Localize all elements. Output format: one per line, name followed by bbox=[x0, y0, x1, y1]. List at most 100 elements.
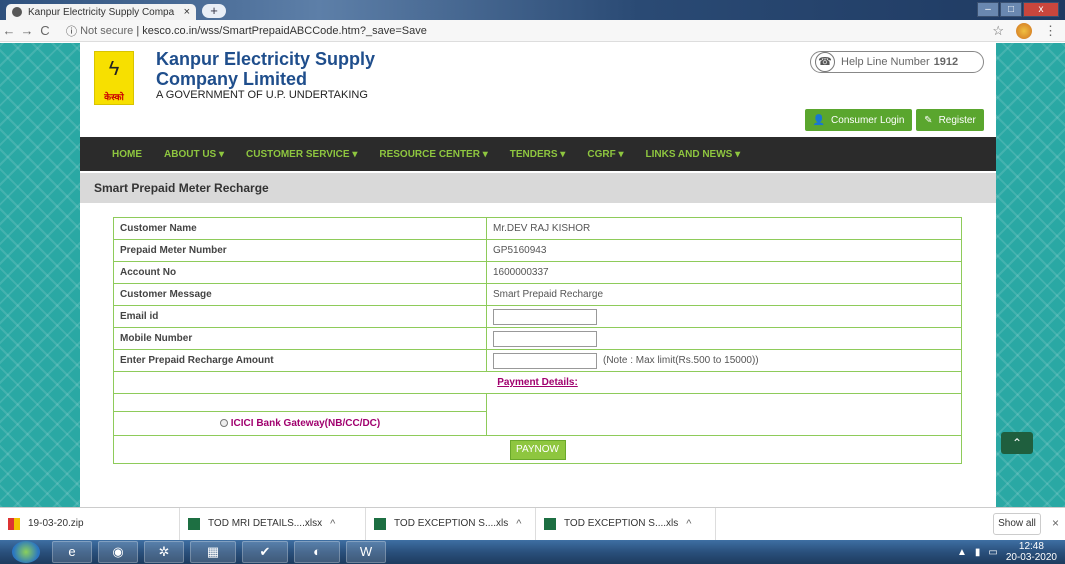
nav-cgrf[interactable]: CGRF ▾ bbox=[587, 149, 623, 160]
reload-icon[interactable]: C bbox=[36, 23, 54, 38]
nav-links-and-news[interactable]: LINKS AND NEWS ▾ bbox=[645, 149, 740, 160]
browser-tab[interactable]: Kanpur Electricity Supply Compa × bbox=[6, 4, 196, 20]
lightning-icon: ϟ bbox=[108, 58, 120, 80]
table-row: Account No 1600000337 bbox=[113, 261, 962, 284]
mobile-label: Mobile Number bbox=[113, 327, 487, 350]
register-button[interactable]: ✎ Register bbox=[916, 109, 984, 131]
gateway-radio[interactable] bbox=[219, 419, 228, 428]
table-row bbox=[113, 393, 962, 436]
mobile-field[interactable] bbox=[493, 330, 597, 347]
table-row: Customer Name Mr.DEV RAJ KISHOR bbox=[113, 217, 962, 240]
paynow-button[interactable]: PAYNOW bbox=[509, 439, 566, 460]
register-label: Register bbox=[938, 114, 976, 126]
new-tab-button[interactable]: + bbox=[202, 4, 226, 18]
download-item[interactable]: 19-03-20.zip bbox=[0, 507, 180, 540]
email-field[interactable] bbox=[493, 308, 597, 325]
nav-customer-service[interactable]: CUSTOMER SERVICE ▾ bbox=[246, 149, 357, 160]
amount-field[interactable] bbox=[493, 352, 597, 369]
chrome-taskbar-icon[interactable]: ◉ bbox=[98, 541, 138, 563]
download-item[interactable]: TOD EXCEPTION S....xls ^ bbox=[536, 507, 716, 540]
pencil-icon: ✎ bbox=[924, 114, 933, 126]
amount-note: (Note : Max limit(Rs.500 to 15000)) bbox=[603, 355, 759, 367]
clock[interactable]: 12:48 20-03-2020 bbox=[1006, 541, 1057, 563]
excel-file-icon bbox=[188, 517, 200, 530]
page-title: Smart Prepaid Meter Recharge bbox=[80, 173, 996, 203]
bookmark-star-icon[interactable]: ☆ bbox=[992, 23, 1004, 39]
customer-message-label: Customer Message bbox=[113, 283, 487, 306]
extension-icon[interactable] bbox=[1016, 23, 1032, 39]
app-taskbar-icon[interactable]: ▦ bbox=[190, 541, 236, 563]
nav-tenders[interactable]: TENDERS ▾ bbox=[510, 149, 566, 160]
brand-name-line1: Kanpur Electricity Supply bbox=[156, 49, 376, 69]
site-favicon-icon bbox=[12, 7, 22, 17]
chevron-up-icon[interactable]: ^ bbox=[516, 518, 521, 530]
excel-file-icon bbox=[374, 517, 386, 530]
tab-close-icon[interactable]: × bbox=[184, 6, 190, 18]
table-row: Customer Message Smart Prepaid Recharge bbox=[113, 283, 962, 306]
close-downloads-icon[interactable]: × bbox=[1052, 516, 1059, 530]
customer-name-label: Customer Name bbox=[113, 217, 487, 240]
customer-name-value: Mr.DEV RAJ KISHOR bbox=[486, 217, 962, 240]
table-row: PAYNOW bbox=[113, 435, 962, 464]
email-label: Email id bbox=[113, 305, 487, 328]
download-item[interactable]: TOD MRI DETAILS....xlsx ^ bbox=[180, 507, 366, 540]
download-item[interactable]: TOD EXCEPTION S....xls ^ bbox=[366, 507, 536, 540]
chevron-up-icon[interactable]: ^ bbox=[686, 518, 691, 530]
table-row: Enter Prepaid Recharge Amount (Note : Ma… bbox=[113, 349, 962, 372]
zip-file-icon bbox=[8, 517, 20, 530]
scroll-to-top-button[interactable]: ⌃ bbox=[1001, 432, 1033, 454]
maximize-button[interactable]: □ bbox=[1000, 2, 1022, 17]
tray-arrow-icon[interactable]: ▲ bbox=[957, 547, 967, 558]
minimize-button[interactable]: – bbox=[977, 2, 999, 17]
app-taskbar-icon[interactable]: ◐ bbox=[294, 541, 340, 563]
excel-file-icon bbox=[544, 517, 556, 530]
ie-taskbar-icon[interactable]: e bbox=[52, 541, 92, 563]
clock-date: 20-03-2020 bbox=[1005, 552, 1057, 563]
close-window-button[interactable]: x bbox=[1023, 2, 1059, 17]
url-text: kesco.co.in/wss/SmartPrepaidABCCode.htm?… bbox=[142, 24, 427, 37]
download-name: TOD MRI DETAILS....xlsx bbox=[208, 518, 323, 529]
start-button[interactable] bbox=[12, 541, 40, 563]
nav-resource-center[interactable]: RESOURCE CENTER ▾ bbox=[379, 149, 487, 160]
url-input[interactable]: ⓘ Not secure | kesco.co.in/wss/SmartPrep… bbox=[60, 22, 940, 40]
app-taskbar-icon[interactable]: ✔ bbox=[242, 541, 288, 563]
chevron-up-icon[interactable]: ^ bbox=[330, 518, 335, 530]
word-taskbar-icon[interactable]: W bbox=[346, 541, 386, 563]
speaker-icon[interactable]: ▭ bbox=[988, 547, 997, 558]
payment-details-link[interactable]: Payment Details: bbox=[497, 377, 578, 388]
tab-title: Kanpur Electricity Supply Compa bbox=[28, 6, 175, 18]
nav-about-us[interactable]: ABOUT US ▾ bbox=[164, 149, 224, 160]
nav-home[interactable]: HOME bbox=[112, 149, 142, 160]
table-row: Email id bbox=[113, 305, 962, 328]
page-container: ϟ केस्को Kanpur Electricity Supply Compa… bbox=[80, 43, 996, 507]
consumer-login-button[interactable]: 👤 Consumer Login bbox=[805, 109, 912, 131]
helpline-label: Help Line Number bbox=[841, 56, 930, 68]
download-name: TOD EXCEPTION S....xls bbox=[394, 518, 509, 529]
browser-menu-icon[interactable]: ⋮ bbox=[1044, 23, 1057, 39]
window-controls: – □ x bbox=[976, 2, 1059, 17]
back-icon[interactable]: ← bbox=[0, 23, 18, 38]
show-all-button[interactable]: Show all bbox=[993, 513, 1041, 535]
system-tray: ▲ ▮ ▭ 12:48 20-03-2020 bbox=[957, 540, 1057, 564]
account-no-value: 1600000337 bbox=[486, 261, 962, 284]
browser-tab-strip: Kanpur Electricity Supply Compa × + – □ … bbox=[0, 0, 1065, 20]
brand-tagline: A GOVERNMENT OF U.P. UNDERTAKING bbox=[156, 89, 368, 101]
info-icon[interactable]: ⓘ bbox=[66, 23, 77, 39]
forward-icon[interactable]: → bbox=[18, 23, 36, 38]
helpline-number: 1912 bbox=[933, 56, 959, 68]
logo-text: केस्को bbox=[104, 92, 124, 102]
table-row: Payment Details: bbox=[113, 371, 962, 394]
brand-name-line2: Company Limited bbox=[156, 69, 308, 89]
download-name: 19-03-20.zip bbox=[28, 518, 84, 529]
meter-number-value: GP5160943 bbox=[486, 239, 962, 262]
network-icon[interactable]: ▮ bbox=[975, 547, 981, 558]
security-label: Not secure bbox=[80, 24, 134, 37]
gateway-label: ICICI Bank Gateway(NB/CC/DC) bbox=[230, 418, 381, 429]
customer-message-value: Smart Prepaid Recharge bbox=[486, 283, 962, 306]
account-no-label: Account No bbox=[113, 261, 487, 284]
kesco-logo[interactable]: ϟ केस्को bbox=[94, 51, 134, 105]
os-taskbar: e ◉ ✲ ▦ ✔ ◐ W ▲ ▮ ▭ 12:48 20-03-2020 bbox=[0, 540, 1065, 564]
table-row: Mobile Number bbox=[113, 327, 962, 350]
amount-label: Enter Prepaid Recharge Amount bbox=[113, 349, 487, 372]
settings-taskbar-icon[interactable]: ✲ bbox=[144, 541, 184, 563]
